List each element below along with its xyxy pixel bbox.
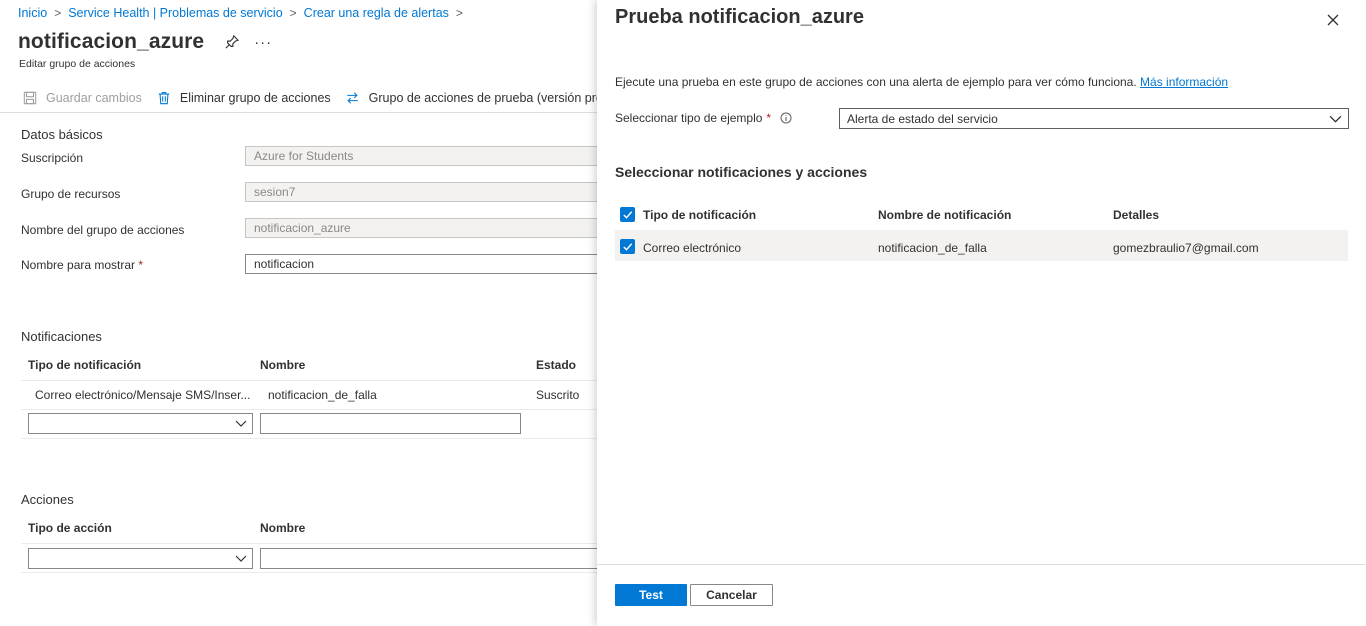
- checkmark-icon: [623, 211, 633, 219]
- row-checkbox[interactable]: [620, 239, 635, 254]
- notif-header-status: Estado: [536, 358, 577, 372]
- more-icon[interactable]: ···: [254, 34, 272, 51]
- pin-icon[interactable]: [224, 34, 240, 50]
- divider: [21, 409, 601, 410]
- swap-icon: [345, 90, 361, 106]
- save-button[interactable]: Guardar cambios: [22, 90, 142, 106]
- divider: [21, 380, 601, 381]
- footer-divider: [597, 564, 1366, 565]
- divider: [21, 438, 601, 439]
- row-name: notificacion_de_falla: [878, 241, 987, 255]
- chevron-right-icon: >: [455, 6, 463, 20]
- action-group-name-field: notificacion_azure: [245, 218, 605, 238]
- chevron-down-icon: [235, 420, 247, 427]
- page-title: notificacion_azure: [18, 30, 205, 53]
- display-name-field[interactable]: notificacion: [245, 254, 605, 274]
- notif-row-type[interactable]: Correo electrónico/Mensaje SMS/Inser...: [35, 388, 250, 402]
- page-subtitle: Editar grupo de acciones: [19, 58, 136, 70]
- panel-header-name: Nombre de notificación: [878, 208, 1012, 222]
- notif-row-name[interactable]: notificacion_de_falla: [268, 388, 377, 402]
- action-header-type: Tipo de acción: [28, 521, 112, 535]
- sample-type-value: Alerta de estado del servicio: [847, 112, 998, 126]
- notifications-section-title: Notificaciones: [21, 329, 102, 344]
- display-name-label: Nombre para mostrar *: [21, 258, 143, 272]
- sample-type-label-text: Seleccionar tipo de ejemplo: [615, 111, 763, 125]
- save-icon: [22, 90, 38, 106]
- action-header-name: Nombre: [260, 521, 306, 535]
- breadcrumb: Inicio > Service Health | Problemas de s…: [18, 6, 470, 20]
- delete-action-group-button[interactable]: Eliminar grupo de acciones: [156, 90, 331, 106]
- more-info-link[interactable]: Más información: [1140, 75, 1228, 89]
- breadcrumb-service-health[interactable]: Service Health | Problemas de servicio: [68, 6, 282, 20]
- trash-icon: [156, 90, 172, 106]
- close-button[interactable]: [1324, 11, 1342, 29]
- panel-description: Ejecute una prueba en este grupo de acci…: [615, 75, 1228, 89]
- breadcrumb-home[interactable]: Inicio: [18, 6, 47, 20]
- chevron-right-icon: >: [289, 6, 297, 20]
- checkmark-icon: [623, 243, 633, 251]
- chevron-down-icon: [235, 555, 247, 562]
- resource-group-label: Grupo de recursos: [21, 187, 121, 201]
- basics-section-title: Datos básicos: [21, 127, 103, 142]
- cancel-button[interactable]: Cancelar: [690, 584, 773, 606]
- required-mark: *: [766, 111, 772, 125]
- select-all-checkbox[interactable]: [620, 207, 635, 222]
- test-panel: Prueba notificacion_azure Ejecute una pr…: [597, 0, 1366, 626]
- chevron-right-icon: >: [54, 6, 62, 20]
- breadcrumb-create-alert-rule[interactable]: Crear una regla de alertas: [304, 6, 449, 20]
- delete-label: Eliminar grupo de acciones: [179, 91, 331, 105]
- action-type-dropdown[interactable]: [28, 548, 253, 569]
- row-type: Correo electrónico: [643, 241, 742, 255]
- toolbar: Guardar cambios Eliminar grupo de accion…: [0, 84, 644, 113]
- divider: [21, 572, 601, 573]
- panel-header-details: Detalles: [1113, 208, 1160, 222]
- select-notifications-title: Seleccionar notificaciones y acciones: [615, 164, 868, 180]
- notif-name-input[interactable]: [260, 413, 521, 434]
- sample-type-dropdown[interactable]: Alerta de estado del servicio: [839, 108, 1349, 129]
- panel-description-text: Ejecute una prueba en este grupo de acci…: [615, 75, 1137, 89]
- panel-header-type: Tipo de notificación: [643, 208, 757, 222]
- chevron-down-icon: [1329, 115, 1342, 123]
- panel-title: Prueba notificacion_azure: [615, 6, 864, 28]
- resource-group-field: sesion7: [245, 182, 605, 202]
- notif-type-dropdown[interactable]: [28, 413, 253, 434]
- notif-row-status: Suscrito: [536, 388, 580, 402]
- actions-section-title: Acciones: [21, 492, 74, 507]
- subscription-field: Azure for Students: [245, 146, 605, 166]
- notif-header-name: Nombre: [260, 358, 306, 372]
- sample-type-label: Seleccionar tipo de ejemplo *: [615, 111, 792, 125]
- display-name-label-text: Nombre para mostrar: [21, 258, 136, 272]
- required-mark: *: [138, 258, 144, 272]
- save-label: Guardar cambios: [46, 91, 142, 105]
- test-button[interactable]: Test: [615, 584, 687, 606]
- row-details: gomezbraulio7@gmail.com: [1113, 241, 1259, 255]
- divider: [21, 543, 601, 544]
- notif-header-type: Tipo de notificación: [28, 358, 142, 372]
- title-row: notificacion_azure ···: [18, 30, 272, 54]
- subscription-label: Suscripción: [21, 151, 84, 165]
- action-group-name-label: Nombre del grupo de acciones: [21, 223, 185, 237]
- close-icon: [1327, 14, 1339, 26]
- info-icon[interactable]: [780, 112, 792, 124]
- action-name-input[interactable]: [260, 548, 600, 569]
